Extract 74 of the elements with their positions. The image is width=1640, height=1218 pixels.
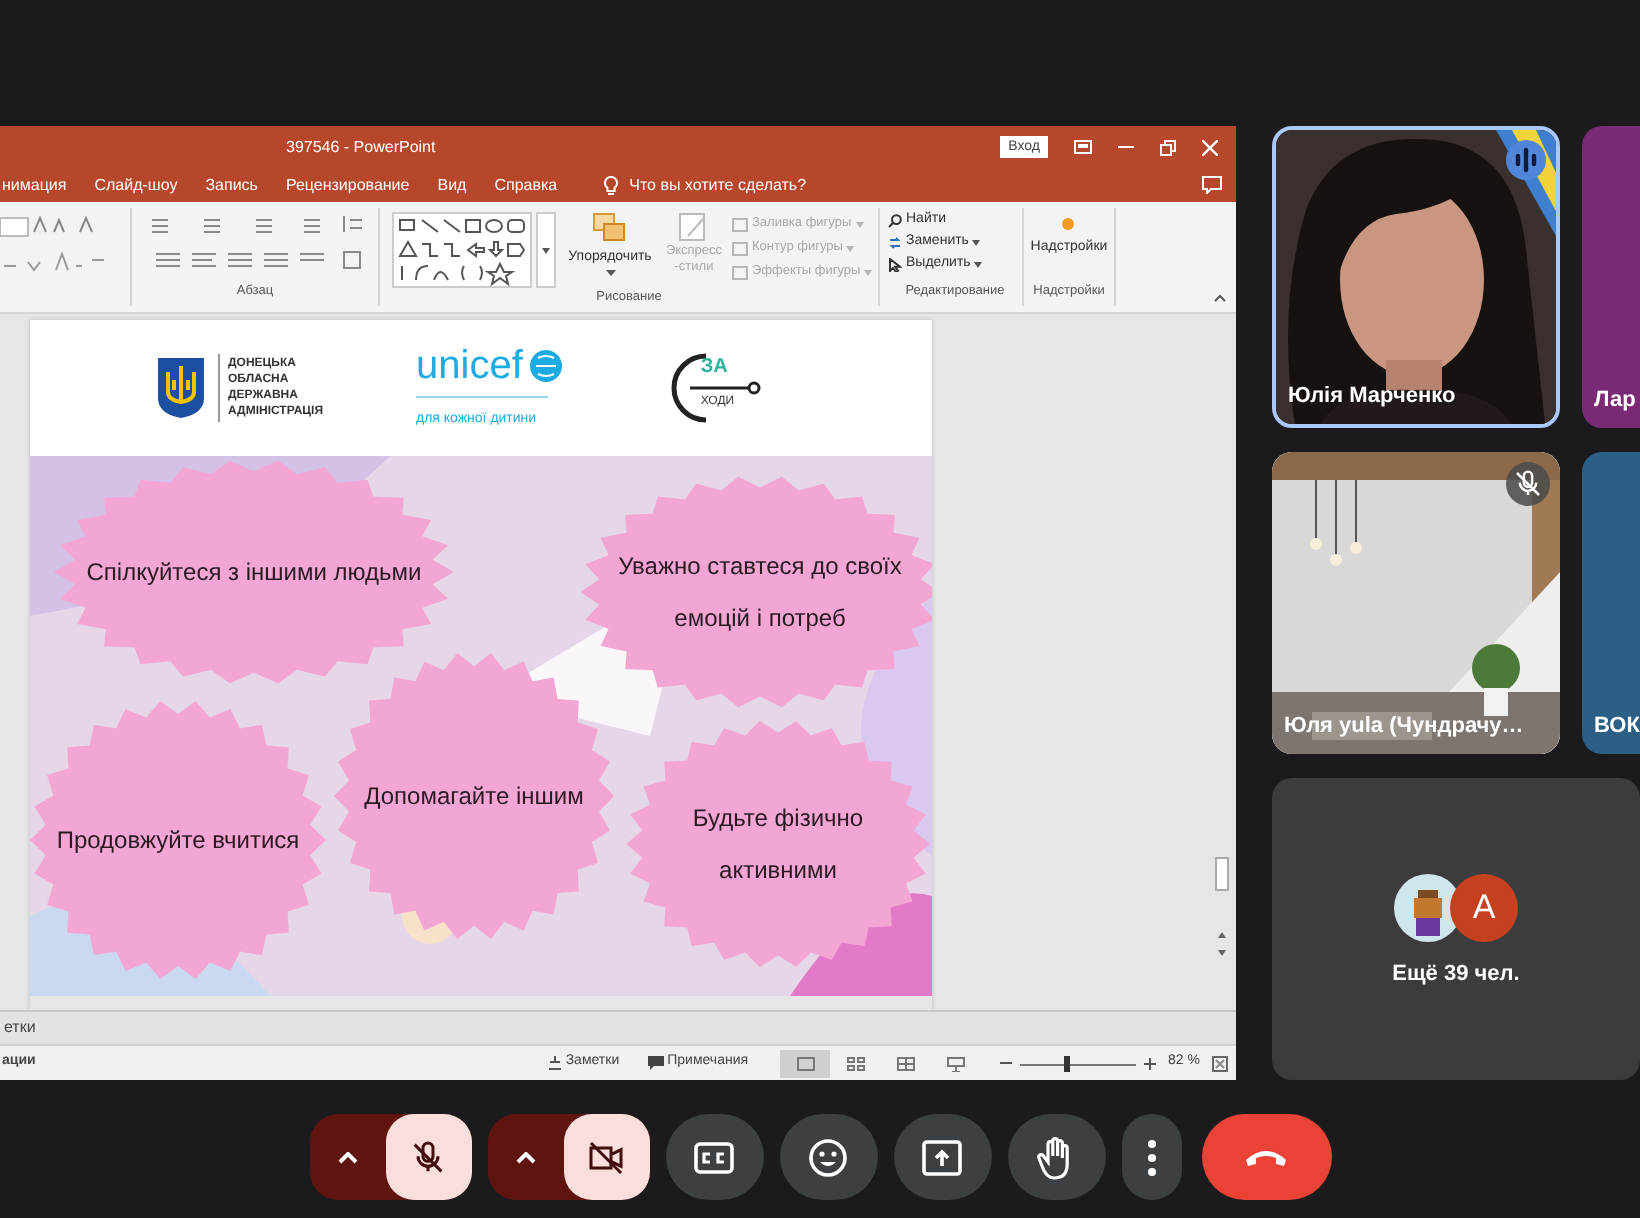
collapse-ribbon-icon[interactable]: [1214, 294, 1226, 302]
notes-icon: [547, 1056, 562, 1070]
caret-icon: [864, 269, 873, 275]
ribbon-tab[interactable]: Справка: [492, 173, 560, 197]
view-icon: [945, 1055, 966, 1071]
fit-slide-icon[interactable]: [1212, 1055, 1228, 1071]
cursor-icon: [888, 258, 902, 272]
mic-off-icon: [408, 1137, 448, 1177]
search-icon: [888, 214, 902, 228]
caret-icon: [972, 240, 981, 246]
view-icon: [845, 1055, 866, 1071]
caret-icon: [605, 269, 615, 275]
restore-icon[interactable]: [1160, 139, 1176, 155]
notes-placeholder[interactable]: етки: [0, 1016, 36, 1040]
arrange-icon: [592, 212, 628, 244]
caret-icon: [515, 1151, 535, 1163]
raise-hand-button[interactable]: [1007, 1114, 1105, 1200]
ribbon-tab[interactable]: Вид: [435, 173, 469, 197]
caret-icon: [846, 245, 855, 251]
tell-me-field[interactable]: Что вы хотите сделать?: [629, 173, 807, 197]
tip-text: Спілкуйтеся з іншими людьми: [84, 556, 424, 590]
globe-icon: [526, 348, 567, 385]
participant-name: Юля yula (Чундрачу…: [1284, 711, 1524, 741]
present-screen-icon: [922, 1139, 962, 1175]
captions-icon: [694, 1141, 734, 1173]
microphone-button[interactable]: [385, 1114, 471, 1200]
zoom-slider[interactable]: [1020, 1055, 1137, 1071]
participant-name: Лар: [1594, 385, 1636, 415]
logo-arc-drawing: [666, 350, 763, 426]
shapes-gallery[interactable]: [392, 212, 532, 288]
captions-button[interactable]: [665, 1114, 763, 1200]
more-participants-label: Ещё 39 чел.: [1392, 960, 1520, 990]
emoji-icon: [808, 1137, 848, 1177]
ribbon-tab[interactable]: Запись: [203, 173, 260, 197]
lightbulb-icon: [603, 175, 618, 195]
present-button[interactable]: [893, 1114, 991, 1200]
reactions-button[interactable]: [779, 1114, 877, 1200]
more-options-button[interactable]: [1121, 1114, 1181, 1200]
tip-text: Уважно ставтеся до своїх емоцій і потреб: [616, 550, 904, 636]
participant-name: ВОК: [1594, 711, 1640, 741]
view-icon: [895, 1055, 916, 1071]
hang-up-icon: [1244, 1147, 1288, 1167]
more-options-icon: [1147, 1139, 1155, 1175]
leave-call-button[interactable]: [1201, 1114, 1331, 1200]
ribbon-tab[interactable]: нимация: [0, 173, 69, 197]
avatar: A: [1450, 874, 1518, 942]
view-icon: [795, 1055, 816, 1071]
tip-text: Продовжуйте вчитися: [54, 824, 302, 858]
tip-text: Допомагайте іншим: [362, 780, 586, 814]
close-icon[interactable]: [1202, 139, 1218, 155]
caret-icon: [974, 262, 983, 268]
ribbon-tab[interactable]: Слайд-шоу: [92, 173, 180, 197]
ribbon-tab[interactable]: Рецензирование: [283, 173, 412, 197]
participant-name: Юлія Марченко: [1288, 381, 1456, 411]
tip-text: Будьте фізично активними: [690, 802, 866, 888]
coat-of-arms-icon: [156, 356, 206, 420]
unicef-wordmark: unicef: [416, 344, 523, 389]
minimize-icon[interactable]: [1118, 145, 1134, 149]
replace-icon: [888, 236, 902, 250]
view-button[interactable]: [780, 1049, 831, 1077]
window-title: 397546 - PowerPoint: [286, 135, 436, 159]
caret-icon: [337, 1151, 357, 1163]
zoom-slider-thumb[interactable]: [1064, 1055, 1071, 1071]
addins-icon: [1062, 218, 1075, 230]
camera-button[interactable]: [563, 1114, 649, 1200]
camera-off-icon: [586, 1137, 626, 1177]
ribbon-display-icon[interactable]: [1074, 140, 1092, 154]
caret-icon: [855, 221, 864, 227]
comment-icon: [647, 1056, 664, 1070]
zoom-in-icon[interactable]: [1144, 1057, 1157, 1069]
comment-icon[interactable]: [1202, 176, 1222, 194]
brush-icon: [678, 212, 710, 244]
logo-text: ЗА: [700, 358, 728, 378]
participants-overflow-tile[interactable]: A Ещё 39 чел.: [1272, 778, 1640, 1080]
